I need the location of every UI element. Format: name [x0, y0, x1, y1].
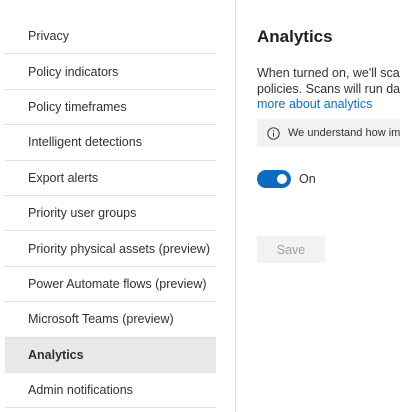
sidebar-item-label: Policy timeframes [28, 99, 127, 114]
sidebar-item-policy-timeframes[interactable]: Policy timeframes [5, 90, 216, 126]
sidebar-item-policy-indicators[interactable]: Policy indicators [5, 54, 216, 90]
sidebar-item-label: Policy indicators [28, 64, 119, 79]
info-message-text: We understand how impo [288, 127, 400, 139]
description-line-2: policies. Scans will run daily [257, 81, 400, 96]
analytics-description: When turned on, we'll scan policies. Sca… [257, 66, 400, 113]
sidebar-item-export-alerts[interactable]: Export alerts [5, 161, 216, 196]
sidebar-item-label: Export alerts [28, 170, 99, 185]
settings-sidebar: Privacy Policy indicators Policy timefra… [0, 0, 236, 412]
toggle-state-label: On [299, 172, 316, 186]
page-title: Analytics [257, 27, 333, 46]
settings-content: Analytics When turned on, we'll scan pol… [237, 0, 400, 412]
info-circle-icon [267, 126, 280, 140]
sidebar-item-analytics[interactable]: Analytics [5, 337, 216, 373]
sidebar-item-intelligent-detections[interactable]: Intelligent detections [5, 125, 216, 161]
sidebar-item-label: Admin notifications [28, 383, 133, 398]
sidebar-item-label: Priority user groups [28, 206, 137, 221]
sidebar-item-privacy[interactable]: Privacy [5, 19, 216, 55]
sidebar-item-label: Power Automate flows (preview) [28, 276, 207, 291]
sidebar-item-admin-notifications[interactable]: Admin notifications [5, 373, 216, 409]
sidebar-item-label: Analytics [28, 347, 84, 362]
toggle-knob [277, 174, 287, 184]
sidebar-list: Privacy Policy indicators Policy timefra… [5, 19, 216, 409]
sidebar-item-microsoft-teams[interactable]: Microsoft Teams (preview) [5, 302, 216, 338]
sidebar-item-priority-physical-assets[interactable]: Priority physical assets (preview) [5, 231, 216, 267]
analytics-toggle-row: On [257, 170, 316, 188]
info-message-bar: We understand how impo [257, 119, 400, 147]
sidebar-item-power-automate-flows[interactable]: Power Automate flows (preview) [5, 267, 216, 303]
settings-page: Privacy Policy indicators Policy timefra… [0, 0, 400, 412]
analytics-toggle[interactable] [257, 170, 291, 188]
save-button[interactable]: Save [257, 236, 325, 263]
sidebar-item-label: Privacy [28, 29, 69, 44]
sidebar-item-priority-user-groups[interactable]: Priority user groups [5, 196, 216, 232]
sidebar-item-label: Microsoft Teams (preview) [28, 312, 174, 327]
description-line-1: When turned on, we'll scan [257, 66, 400, 80]
sidebar-item-label: Intelligent detections [28, 135, 142, 150]
sidebar-item-label: Priority physical assets (preview) [28, 241, 210, 256]
learn-more-link[interactable]: more about analytics [257, 97, 372, 111]
